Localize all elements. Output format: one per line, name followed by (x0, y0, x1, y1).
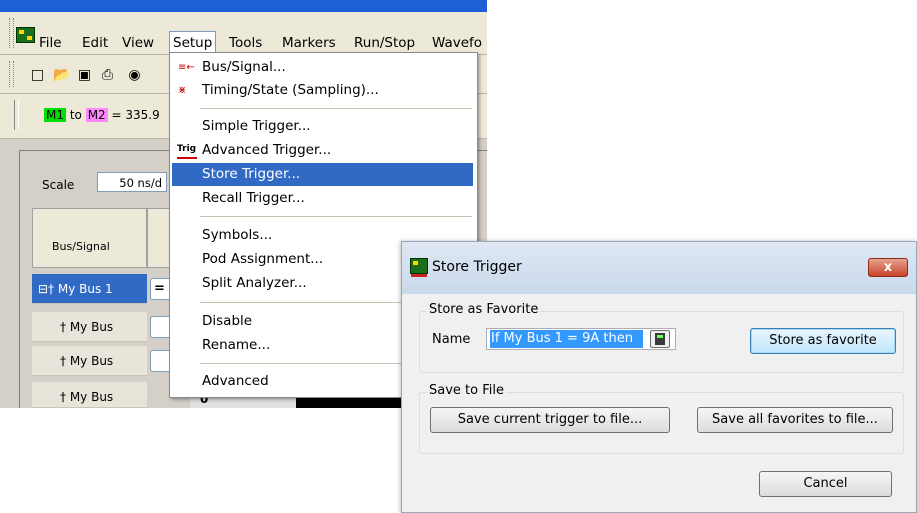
row-label: † My Bus (60, 390, 114, 404)
new-file-icon[interactable]: □ (30, 68, 45, 82)
dialog-title-bar[interactable]: Store Trigger x (402, 242, 916, 294)
menu-view[interactable]: View (119, 32, 157, 54)
file-group-label: Save to File (427, 383, 506, 398)
save-disk-icon[interactable]: ▣ (77, 68, 92, 82)
find-icon[interactable]: ◉ (127, 68, 142, 82)
menu-item-label: Rename... (202, 337, 271, 353)
signal-name: My Bus (69, 320, 114, 334)
row-label: † My Bus (60, 320, 114, 334)
menu-edit[interactable]: Edit (79, 32, 111, 54)
table-row[interactable]: ⊟† My Bus 1 (32, 274, 147, 304)
menu-item-label: Disable (202, 313, 253, 329)
scale-input[interactable]: 50 ns/d (97, 172, 167, 192)
store-as-favorite-button[interactable]: Store as favorite (750, 328, 896, 354)
menu-item-label: Timing/State (Sampling)... (202, 82, 379, 98)
name-field[interactable]: If My Bus 1 = 9A then (486, 328, 676, 350)
menu-file[interactable]: File (36, 32, 65, 54)
toolbar2-grip[interactable] (14, 100, 19, 130)
row-label: ⊟† My Bus 1 (38, 282, 113, 296)
table-row[interactable]: † My Bus (32, 382, 147, 408)
close-button[interactable]: x (868, 258, 908, 277)
signal-name: My Bus (69, 390, 114, 404)
menu-item-advanced-trigger[interactable]: Trig Advanced Trigger... (172, 139, 473, 162)
title-bar (0, 0, 487, 12)
calculator-icon[interactable] (650, 330, 670, 348)
favorite-group-label: Store as Favorite (427, 302, 541, 317)
close-icon: x (883, 260, 893, 275)
menu-item-simple-trigger[interactable]: Simple Trigger... (172, 115, 473, 138)
name-label: Name (432, 332, 471, 347)
marker-m2-label: M2 (85, 108, 108, 122)
bus-signal-icon: ≡← (178, 62, 195, 73)
menu-item-label: Recall Trigger... (202, 190, 305, 206)
bus-signal-header-label: Bus/Signal (52, 240, 110, 253)
save-all-favorites-button[interactable]: Save all favorites to file... (697, 407, 893, 433)
dialog-app-icon (410, 258, 428, 277)
signal-name: My Bus (69, 354, 114, 368)
store-trigger-dialog: Store Trigger x Store as Favorite Name I… (401, 241, 917, 513)
menu-separator (200, 108, 472, 109)
bus-name: My Bus 1 (57, 282, 113, 296)
menu-item-label: Simple Trigger... (202, 118, 311, 134)
cancel-button[interactable]: Cancel (759, 471, 892, 497)
scale-label: Scale (42, 178, 75, 192)
dialog-title: Store Trigger (432, 259, 522, 275)
open-folder-icon[interactable]: 📂 (53, 68, 70, 82)
menu-item-label: Bus/Signal... (202, 59, 286, 75)
table-row[interactable]: † My Bus (32, 312, 147, 342)
menu-item-label: Advanced Trigger... (202, 142, 332, 158)
trig-icon: Trig (177, 144, 197, 159)
menu-item-label: Symbols... (202, 227, 273, 243)
menu-item-recall-trigger[interactable]: Recall Trigger... (172, 187, 473, 210)
menubar-grip[interactable] (9, 18, 14, 48)
marker-to-label: to (69, 108, 82, 122)
menu-item-label: Split Analyzer... (202, 275, 307, 291)
save-current-trigger-button[interactable]: Save current trigger to file... (430, 407, 670, 433)
menu-item-store-trigger[interactable]: Store Trigger... (172, 163, 473, 186)
menu-run-stop[interactable]: Run/Stop (351, 32, 418, 54)
marker-readout: M1 to M2 = 335.9 (44, 107, 160, 124)
menu-tools[interactable]: Tools (226, 32, 265, 54)
marker-delta-value: = 335.9 (111, 108, 160, 122)
bus-signal-header (32, 208, 147, 268)
menu-bar: File Edit View Setup Tools Markers Run/S… (0, 12, 487, 55)
menu-item-label: Pod Assignment... (202, 251, 324, 267)
menu-item-label: Advanced (202, 373, 269, 389)
menu-markers[interactable]: Markers (279, 32, 339, 54)
table-row[interactable]: † My Bus (32, 346, 147, 376)
toolbar-grip[interactable] (9, 61, 14, 87)
timing-state-icon: ⋇ (178, 85, 187, 96)
marker-m1-label: M1 (44, 108, 66, 122)
print-icon[interactable]: ⎙ (100, 68, 115, 82)
menu-separator (200, 216, 472, 217)
menu-waveform[interactable]: Wavefo (429, 32, 485, 54)
name-field-value: If My Bus 1 = 9A then (490, 330, 643, 348)
app-icon[interactable] (16, 27, 35, 43)
row-label: † My Bus (60, 354, 114, 368)
menu-item-bus-signal[interactable]: ≡← Bus/Signal... (172, 56, 473, 79)
menu-item-label: Store Trigger... (202, 166, 301, 182)
menu-item-timing-state[interactable]: ⋇ Timing/State (Sampling)... (172, 79, 473, 102)
